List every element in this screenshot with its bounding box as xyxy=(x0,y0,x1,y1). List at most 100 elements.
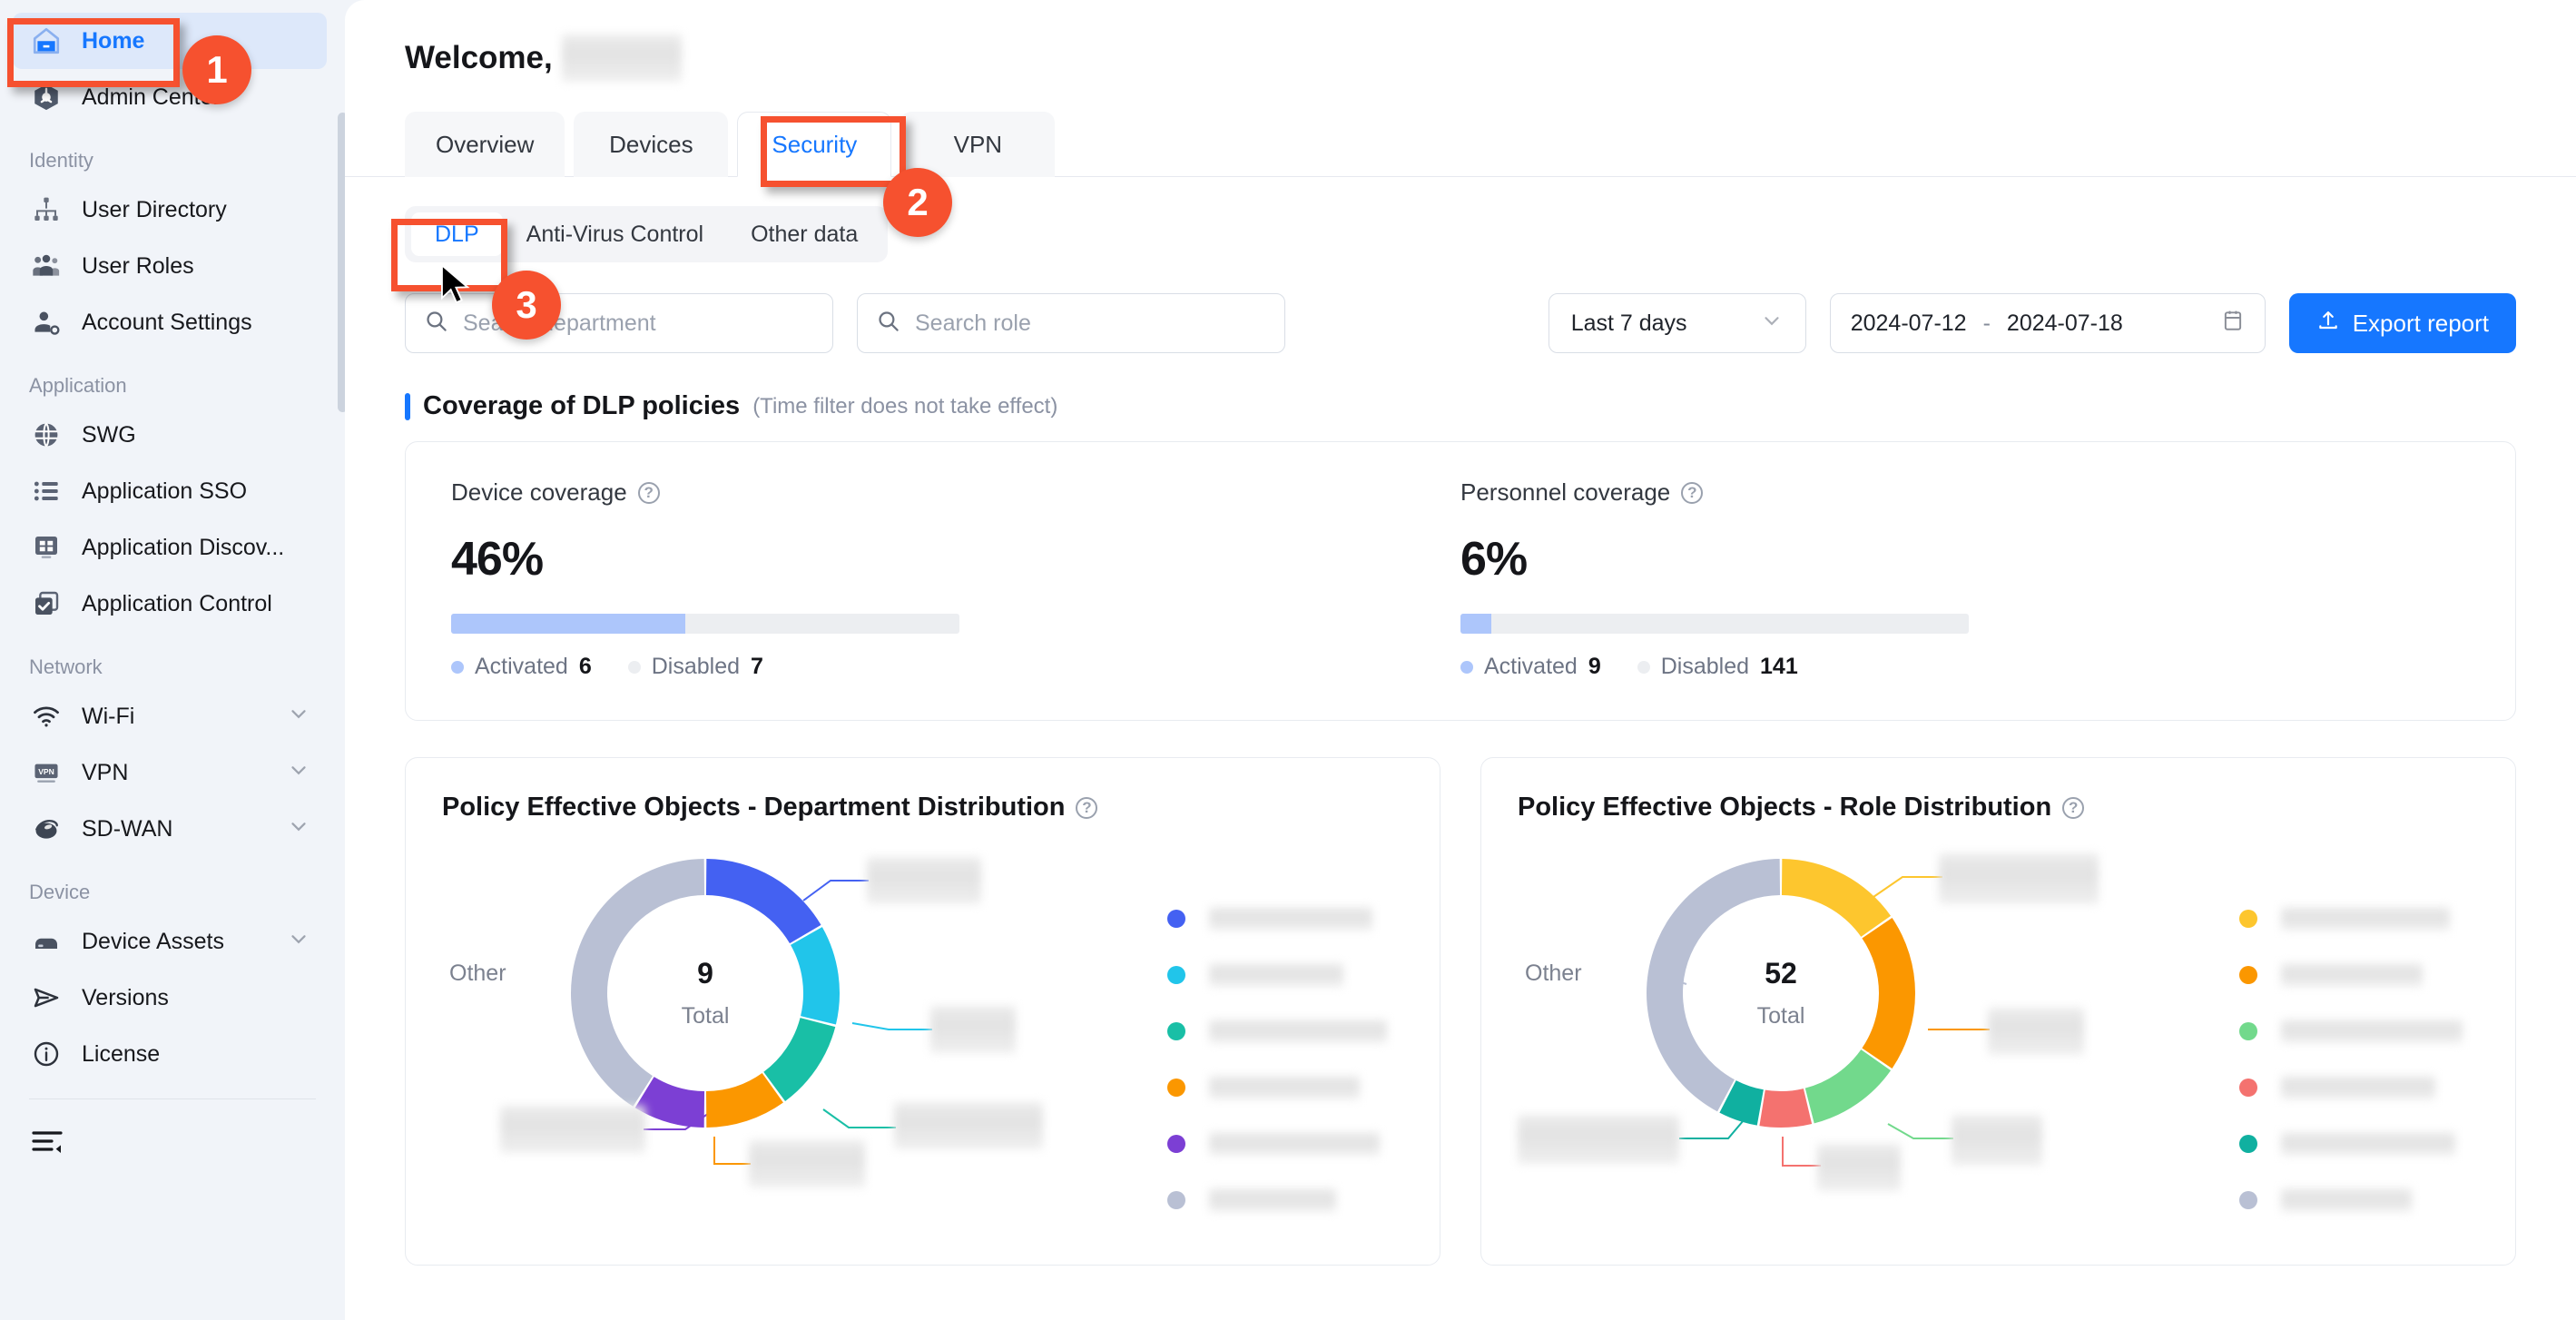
legend-dot xyxy=(2239,1135,2257,1153)
sidebar-item-label: User Directory xyxy=(82,196,227,222)
donut-slice[interactable] xyxy=(571,859,705,1107)
legend-item-activated: Activated 6 xyxy=(451,654,592,680)
department-distribution-card: Policy Effective Objects - Department Di… xyxy=(405,757,1440,1266)
personnel-coverage-header: Personnel coverage ? xyxy=(1460,478,2470,507)
sidebar-item-label: SWG xyxy=(82,421,136,448)
wifi-icon xyxy=(29,699,64,734)
redacted-legend-label xyxy=(1209,1020,1387,1043)
sidebar-item-label: Home xyxy=(82,27,145,54)
sidebar-item-vpn[interactable]: VPN VPN xyxy=(13,744,327,801)
legend-dot xyxy=(451,660,464,674)
donut-slice[interactable] xyxy=(1804,1049,1892,1124)
device-coverage-percent: 46% xyxy=(451,533,544,586)
device-coverage-block: Device coverage ? 46% Activated 6 Disabl xyxy=(451,478,1460,680)
sidebar-item-application-discovery[interactable]: Application Discov... xyxy=(13,519,327,576)
sidebar-item-label: SD-WAN xyxy=(82,815,173,842)
charts-row: Policy Effective Objects - Department Di… xyxy=(405,757,2516,1266)
sidebar-item-swg[interactable]: SWG xyxy=(13,407,327,463)
legend-item[interactable] xyxy=(2239,1182,2463,1218)
subtab-other-data[interactable]: Other data xyxy=(727,212,881,256)
app-root: Home Admin Center Identity User Director… xyxy=(0,0,2576,1320)
sidebar-item-versions[interactable]: Versions xyxy=(13,970,327,1026)
tab-vpn[interactable]: VPN xyxy=(900,112,1056,177)
svg-text:VPN: VPN xyxy=(38,767,54,776)
tab-security[interactable]: Security xyxy=(737,112,892,177)
date-range-separator: - xyxy=(1982,310,1991,336)
legend-item[interactable] xyxy=(1167,1013,1387,1049)
donut-slice[interactable] xyxy=(1862,918,1915,1069)
donut-slice[interactable] xyxy=(1647,859,1781,1112)
app-grid-icon xyxy=(29,530,64,565)
sidebar-item-sdwan[interactable]: SD-WAN xyxy=(13,801,327,857)
send-icon xyxy=(29,980,64,1015)
legend-item[interactable] xyxy=(1167,1182,1387,1218)
personnel-coverage-block: Personnel coverage ? 6% Activated 9 Disa xyxy=(1460,478,2470,680)
department-donut-chart[interactable]: 9 Total xyxy=(569,857,841,1129)
subtab-dlp[interactable]: DLP xyxy=(411,212,503,256)
redacted-slice-label xyxy=(1939,853,2099,904)
donut-slice[interactable] xyxy=(791,927,840,1025)
date-range-picker[interactable]: 2024-07-12 - 2024-07-18 xyxy=(1829,293,2266,353)
home-icon xyxy=(29,24,64,58)
coverage-title-text: Coverage of DLP policies xyxy=(423,391,741,420)
sidebar-item-account-settings[interactable]: Account Settings xyxy=(13,294,327,350)
legend-dot xyxy=(1637,660,1650,674)
legend-item[interactable] xyxy=(1167,957,1387,993)
search-department-placeholder: Search department xyxy=(463,310,656,336)
sidebar-item-user-directory[interactable]: User Directory xyxy=(13,182,327,238)
coverage-title-note: (Time filter does not take effect) xyxy=(752,393,1058,419)
sidebar-item-wifi[interactable]: Wi-Fi xyxy=(13,688,327,744)
sidebar-group-application: Application xyxy=(29,374,127,397)
date-range-preset-select[interactable]: Last 7 days xyxy=(1548,293,1806,353)
role-donut-chart[interactable]: 52 Total xyxy=(1645,857,1917,1129)
search-role-placeholder: Search role xyxy=(915,310,1031,336)
legend-label: Disabled xyxy=(651,654,741,679)
sidebar-item-device-assets[interactable]: Device Assets xyxy=(13,913,327,970)
subtab-anti-virus-control[interactable]: Anti-Virus Control xyxy=(503,212,727,256)
main-content: Welcome, Overview Devices Security VPN D… xyxy=(345,0,2576,1320)
sidebar-item-application-sso[interactable]: Application SSO xyxy=(13,463,327,519)
collapse-sidebar-icon[interactable] xyxy=(29,1123,65,1159)
admin-center-icon xyxy=(29,80,64,114)
legend-item[interactable] xyxy=(2239,1126,2463,1162)
personnel-coverage-progress-fill xyxy=(1460,614,1491,634)
help-icon[interactable]: ? xyxy=(637,481,660,504)
device-coverage-progressbar xyxy=(451,614,959,634)
legend-item[interactable] xyxy=(1167,901,1387,937)
redacted-user-name xyxy=(561,34,682,82)
legend-item[interactable] xyxy=(1167,1126,1387,1162)
legend-dot xyxy=(627,660,641,674)
sdwan-icon xyxy=(29,812,64,846)
sidebar-item-application-control[interactable]: Application Control xyxy=(13,576,327,632)
legend-item[interactable] xyxy=(2239,957,2463,993)
search-role-input[interactable]: Search role xyxy=(857,293,1285,353)
sidebar-item-home[interactable]: Home xyxy=(13,13,327,69)
personnel-coverage-legend: Activated 9 Disabled 141 xyxy=(1460,654,2470,680)
legend-dot xyxy=(1167,966,1185,984)
personnel-coverage-label: Personnel coverage xyxy=(1460,478,1671,506)
export-report-button[interactable]: Export report xyxy=(2288,293,2516,353)
tab-devices[interactable]: Devices xyxy=(574,112,729,177)
checkbox-copy-icon xyxy=(29,586,64,621)
help-icon[interactable]: ? xyxy=(1681,481,1704,504)
help-icon[interactable]: ? xyxy=(2062,796,2085,819)
donut-slice[interactable] xyxy=(1781,859,1892,937)
donut-slice[interactable] xyxy=(705,859,821,944)
donut-slice[interactable] xyxy=(1759,1089,1813,1128)
sidebar-item-license[interactable]: License xyxy=(13,1026,327,1082)
legend-item[interactable] xyxy=(2239,1013,2463,1049)
chevron-down-icon xyxy=(287,758,310,788)
help-icon[interactable]: ? xyxy=(1076,796,1098,819)
search-department-input[interactable]: Search department xyxy=(405,293,833,353)
tab-overview[interactable]: Overview xyxy=(405,112,565,177)
redacted-slice-label xyxy=(1817,1144,1901,1191)
sidebar-item-admin-center[interactable]: Admin Center xyxy=(13,69,327,125)
legend-item[interactable] xyxy=(2239,1069,2463,1106)
vpn-badge-icon: VPN xyxy=(29,755,64,790)
legend-item[interactable] xyxy=(2239,901,2463,937)
sidebar-item-user-roles[interactable]: User Roles xyxy=(13,238,327,294)
title-accent-bar xyxy=(405,392,410,420)
welcome-text: Welcome, xyxy=(405,40,553,75)
donut-slice[interactable] xyxy=(763,1018,836,1101)
legend-item[interactable] xyxy=(1167,1069,1387,1106)
